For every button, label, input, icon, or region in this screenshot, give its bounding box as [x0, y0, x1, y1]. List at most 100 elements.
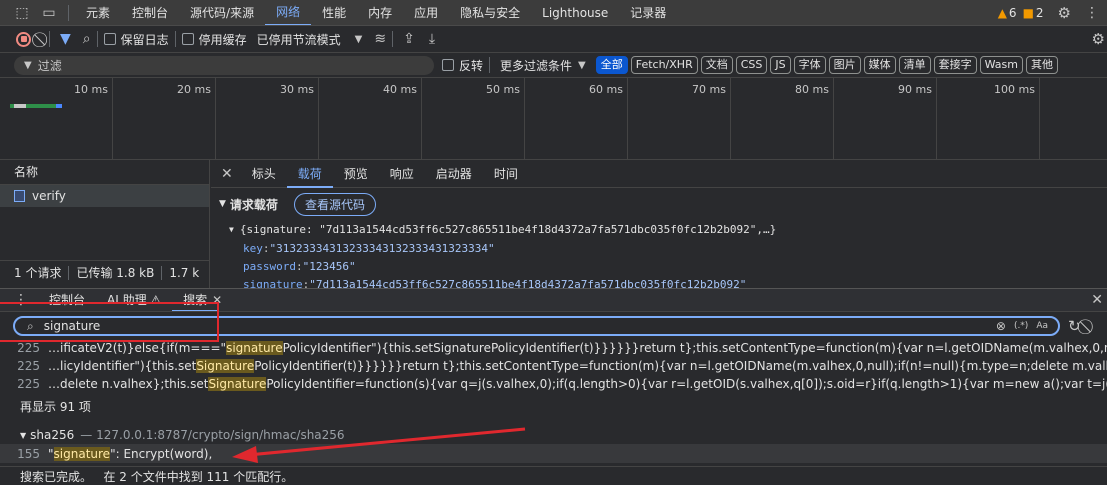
section-title[interactable]: 请求载荷	[230, 196, 278, 213]
status-divider	[161, 265, 163, 280]
payload-colon: :	[302, 277, 310, 289]
issue-count[interactable]: 2	[1036, 6, 1044, 20]
warning-icon[interactable]: ▲	[998, 6, 1007, 20]
search-status: 搜索已完成。 在 2 个文件中找到 111 个匹配行。	[0, 466, 1107, 485]
preserve-log-checkbox[interactable]	[103, 33, 116, 45]
type-filter-0[interactable]: 全部	[595, 56, 628, 74]
inspect-element-icon[interactable]: ⬚	[8, 5, 36, 21]
import-har-icon[interactable]: ⇪	[403, 31, 415, 47]
close-drawer-icon[interactable]: ✕	[1091, 292, 1103, 308]
triangle-down-icon[interactable]: ▼	[20, 431, 26, 440]
clear-search-icon[interactable]: ⊗	[996, 319, 1006, 333]
detail-tab-0[interactable]: 标头	[241, 160, 287, 188]
tab-0[interactable]: 元素	[75, 0, 121, 25]
more-options-icon[interactable]: ⋮	[1085, 5, 1099, 21]
type-filter-5[interactable]: 字体	[793, 56, 826, 74]
result-line-number: 225	[17, 359, 40, 373]
match-case-toggle[interactable]: Aa	[1036, 321, 1048, 331]
chevron-down-icon[interactable]: ▼	[578, 60, 586, 71]
result-line-number: 225	[17, 377, 40, 391]
more-filters-button[interactable]: 更多过滤条件	[500, 57, 572, 74]
record-stop-icon[interactable]	[16, 31, 31, 47]
tab-3[interactable]: 网络	[265, 0, 312, 25]
type-filter-4[interactable]: JS	[770, 56, 791, 74]
detail-tab-5[interactable]: 时间	[483, 160, 529, 188]
payload-colon: :	[295, 259, 303, 273]
panel-tabs: 元素 控制台 源代码/来源 网络 性能 内存 应用 隐私与安全 Lighthouse 记录器	[75, 0, 677, 25]
tab-9[interactable]: 记录器	[619, 0, 677, 25]
tab-8[interactable]: Lighthouse	[531, 0, 619, 25]
toolbar-divider	[489, 57, 491, 73]
type-filter-2[interactable]: 文档	[700, 56, 733, 74]
tab-5[interactable]: 内存	[357, 0, 403, 25]
show-more-link[interactable]: 再显示 91 项	[20, 398, 91, 416]
type-filter-9[interactable]: 套接字	[933, 56, 977, 74]
search-result-row[interactable]: 225 …delete n.valhex};this.set Signature Po…	[0, 375, 1107, 393]
toolbar-divider	[49, 31, 50, 47]
type-filter-1[interactable]: Fetch/XHR	[630, 56, 698, 74]
type-filter-6[interactable]: 图片	[828, 56, 861, 74]
search-input[interactable]: ⌕ signature ⊗ (.*) Aa	[13, 316, 1060, 336]
funnel-icon: ▼	[24, 59, 32, 71]
invert-checkbox[interactable]	[442, 59, 454, 71]
search-icon[interactable]: ⌕	[83, 31, 91, 47]
network-settings-gear-icon[interactable]: ⚙	[1092, 30, 1105, 48]
chevron-down-icon[interactable]: ▼	[355, 34, 363, 45]
file-group-header[interactable]: ▼ sha256 — 127.0.0.1:8787/crypto/sign/hm…	[0, 426, 1107, 444]
tab-2[interactable]: 源代码/来源	[179, 0, 265, 25]
type-filter-7[interactable]: 媒体	[863, 56, 896, 74]
result-post: PolicyIdentifier"){this.setSignaturePoli…	[282, 341, 1107, 355]
warning-count[interactable]: 6	[1009, 6, 1017, 20]
payload-key: key	[243, 241, 263, 255]
drawer-menu-icon[interactable]: ⋮	[14, 292, 28, 308]
toolbar-divider	[68, 4, 69, 21]
detail-tab-1[interactable]: 载荷	[286, 160, 333, 188]
drawer-tab-0[interactable]: 控制台	[38, 289, 96, 311]
type-filter-11[interactable]: 其他	[1025, 56, 1058, 74]
throttle-select[interactable]: 已停用节流模式	[257, 31, 341, 48]
triangle-down-icon[interactable]: ▼	[219, 199, 226, 209]
timeline-gridline	[318, 78, 319, 160]
filter-icon[interactable]: ▼	[60, 31, 71, 47]
regex-toggle[interactable]: (.*)	[1014, 321, 1028, 331]
issue-icon[interactable]: ■	[1023, 6, 1034, 20]
disable-cache-label: 停用缓存	[198, 32, 247, 47]
search-result-row[interactable]: 225 …ificateV2(t)}else{if(m===" signature P…	[0, 339, 1107, 357]
result-line-number: 225	[17, 341, 40, 355]
result-post: PolicyIdentifier=function(s){var q=j(s.v…	[266, 377, 1107, 391]
search-result-row[interactable]: 155 " signature ": Encrypt(word),	[0, 444, 1107, 463]
search-row: ⌕ signature ⊗ (.*) Aa ↻ ⃠	[0, 313, 1107, 339]
toolbar-divider	[96, 31, 98, 47]
close-tab-icon[interactable]: ✕	[212, 289, 222, 311]
file-name: sha256	[30, 428, 75, 442]
type-filter-8[interactable]: 清单	[898, 56, 931, 74]
list-item[interactable]: verify	[0, 185, 209, 207]
type-filter-3[interactable]: CSS	[735, 56, 768, 74]
detail-tab-2[interactable]: 预览	[333, 160, 379, 188]
timeline-tick-label: 50 ms	[486, 83, 520, 96]
search-result-row[interactable]: 225 …licyIdentifier"){this.set Signature Po…	[0, 357, 1107, 375]
device-toolbar-icon[interactable]: ▭	[36, 5, 62, 21]
payload-value: "31323334313233343132333431323334"	[269, 241, 495, 255]
filter-input[interactable]: ▼ 过滤	[14, 55, 434, 75]
tab-1[interactable]: 控制台	[121, 0, 179, 25]
detail-tab-3[interactable]: 响应	[379, 160, 425, 188]
disable-cache-checkbox[interactable]	[181, 33, 194, 45]
timeline-gridline	[730, 78, 731, 160]
refresh-icon[interactable]: ↻	[1068, 317, 1081, 335]
detail-tab-4[interactable]: 启动器	[425, 160, 483, 188]
gear-icon[interactable]: ⚙	[1058, 4, 1071, 22]
tab-7[interactable]: 隐私与安全	[449, 0, 531, 25]
tab-6[interactable]: 应用	[403, 0, 449, 25]
view-source-button[interactable]: 查看源代码	[293, 192, 376, 216]
detail-tabs: 标头 载荷 预览 响应 启动器 时间	[241, 160, 529, 188]
column-header-name[interactable]: 名称	[0, 160, 209, 185]
export-har-icon[interactable]: ⤓	[429, 31, 435, 47]
tab-4[interactable]: 性能	[311, 0, 357, 25]
drawer-tab-1[interactable]: AI 助理 ⚠	[96, 289, 172, 311]
triangle-down-icon[interactable]: ▼	[229, 225, 234, 234]
type-filter-10[interactable]: Wasm	[979, 56, 1023, 74]
network-conditions-icon[interactable]: ≋	[374, 31, 386, 47]
timeline-gridline	[421, 78, 422, 160]
close-icon[interactable]: ✕	[221, 166, 233, 182]
